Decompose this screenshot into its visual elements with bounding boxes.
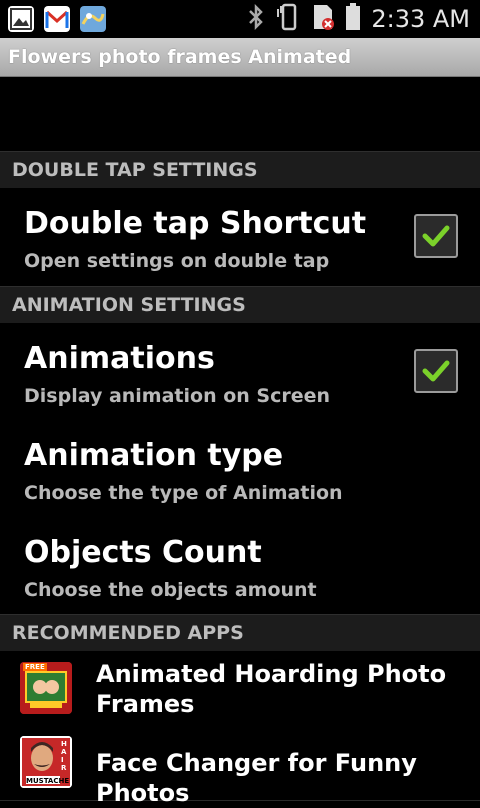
mustache-caption: MUSTACHE — [26, 777, 70, 785]
pref-objects-count[interactable]: Objects Count Choose the objects amount — [0, 517, 480, 615]
section-header-double-tap: DOUBLE TAP SETTINGS — [0, 151, 480, 189]
hair-caption: HAIR — [61, 740, 67, 772]
double-tap-checkbox[interactable] — [414, 214, 458, 258]
app-name: Animated Hoarding Photo Frames — [96, 660, 447, 718]
pref-animation-type[interactable]: Animation type Choose the type of Animat… — [0, 420, 480, 518]
section-header-recommended: RECOMMENDED APPS — [0, 614, 480, 652]
app-title-bar: Flowers photo frames Animated — [0, 38, 480, 77]
pref-title: Double tap Shortcut — [24, 206, 367, 241]
pref-summary: Choose the objects amount — [24, 579, 317, 601]
animations-checkbox[interactable] — [414, 349, 458, 393]
section-title: ANIMATION SETTINGS — [12, 294, 246, 316]
pref-title: Objects Count — [24, 535, 262, 570]
pref-title: Animation type — [24, 438, 284, 473]
section-title: DOUBLE TAP SETTINGS — [12, 159, 258, 181]
app-title: Flowers photo frames Animated — [8, 46, 352, 68]
section-header-animation: ANIMATION SETTINGS — [0, 286, 480, 324]
gallery-icon — [8, 6, 34, 32]
section-title: RECOMMENDED APPS — [12, 622, 244, 644]
free-badge: FREE — [23, 663, 47, 671]
recommended-app-item[interactable]: FREE Animated Hoarding Photo Frames — [0, 651, 480, 727]
pref-title: Animations — [24, 341, 215, 376]
checkmark-icon — [422, 360, 450, 382]
bluetooth-icon — [247, 3, 265, 34]
status-bar: 2:33 AM — [0, 0, 480, 38]
gmail-icon — [44, 6, 70, 32]
app-name: Face Changer for Funny Photos — [96, 749, 417, 807]
face-changer-app-icon: MUSTACHE HAIR — [20, 736, 72, 788]
recommended-app-item[interactable]: MUSTACHE HAIR Face Changer for Funny Pho… — [0, 726, 480, 807]
pref-summary: Open settings on double tap — [24, 250, 330, 272]
pref-animations[interactable]: Animations Display animation on Screen — [0, 323, 480, 421]
pref-summary: Display animation on Screen — [24, 385, 331, 407]
hoarding-frames-app-icon: FREE — [20, 662, 72, 714]
pref-double-tap-shortcut[interactable]: Double tap Shortcut Open settings on dou… — [0, 188, 480, 287]
pref-summary: Choose the type of Animation — [24, 482, 343, 504]
checkmark-icon — [422, 225, 450, 247]
battery-icon — [345, 3, 361, 35]
clock: 2:33 AM — [371, 5, 470, 33]
weather-map-icon — [80, 6, 106, 32]
no-sim-icon — [311, 3, 335, 35]
vibrate-icon — [275, 3, 301, 35]
